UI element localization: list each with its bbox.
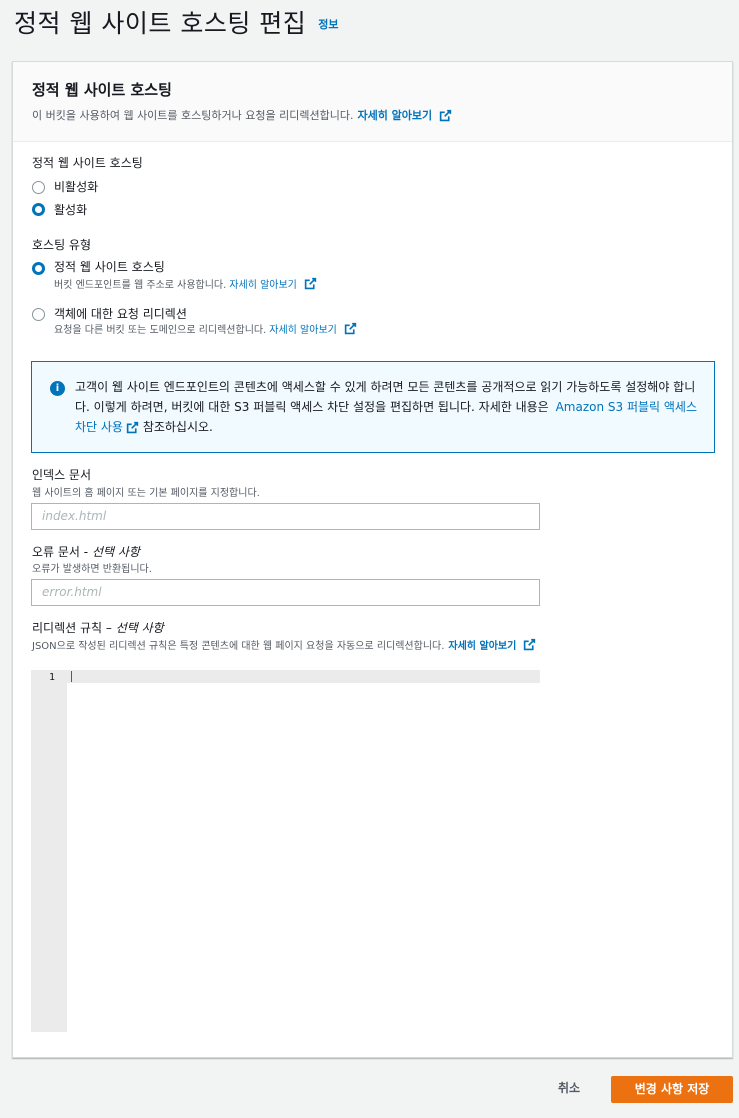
editor-gutter: 1: [31, 670, 67, 1032]
info-link[interactable]: 정보: [318, 16, 338, 32]
external-link-icon[interactable]: [523, 638, 536, 651]
learn-more-link[interactable]: 자세히 알아보기: [357, 107, 432, 123]
index-document-desc: 웹 사이트의 홈 페이지 또는 기본 페이지를 지정합니다.: [32, 488, 260, 499]
radio-redirect[interactable]: [32, 308, 45, 321]
redirect-rules-label: 리디렉션 규칙 – 선택 사항: [32, 619, 164, 636]
error-document-label: 오류 문서 - 선택 사항: [32, 543, 140, 560]
radio-disable[interactable]: [32, 181, 45, 194]
index-document-input[interactable]: index.html: [31, 503, 540, 530]
info-icon: i: [50, 381, 65, 396]
redirect-rules-desc-text: JSON으로 작성된 리디렉션 규칙은 특정 콘텐츠에 대한 웹 페이지 요청을…: [32, 641, 445, 652]
hosting-type-label: 호스팅 유형: [32, 238, 92, 252]
redirect-desc-text: 요청을 다른 버킷 또는 도메인으로 리디렉션합니다.: [54, 325, 267, 336]
redirect-rules-editor[interactable]: 1: [31, 670, 540, 1032]
external-link-icon[interactable]: [126, 421, 139, 434]
error-document-label-text: 오류 문서 -: [32, 545, 92, 559]
editor-active-line[interactable]: [67, 670, 540, 683]
cancel-button[interactable]: 취소: [558, 1079, 580, 1096]
radio-enable-label[interactable]: 활성화: [54, 201, 87, 218]
static-hosting-label: 정적 웹 사이트 호스팅: [32, 156, 143, 170]
error-document-desc: 오류가 발생하면 반환됩니다.: [32, 564, 152, 575]
panel-header: 정적 웹 사이트 호스팅 이 버킷을 사용하여 웹 사이트를 호스팅하거나 요청…: [13, 62, 732, 142]
static-hosting-desc-text: 버킷 엔드포인트를 웹 주소로 사용합니다.: [54, 280, 227, 291]
redirect-rules-optional: 선택 사항: [115, 621, 164, 635]
radio-disable-label[interactable]: 비활성화: [54, 178, 98, 195]
info-alert: i 고객이 웹 사이트 엔드포인트의 콘텐츠에 액세스할 수 있게 하려면 모든…: [31, 361, 715, 453]
radio-redirect-label[interactable]: 객체에 대한 요청 리디렉션: [54, 305, 187, 322]
static-hosting-learn-more[interactable]: 자세히 알아보기: [229, 276, 297, 291]
external-link-icon[interactable]: [304, 277, 317, 290]
panel-description: 이 버킷을 사용하여 웹 사이트를 호스팅하거나 요청을 리디렉션합니다. 자세…: [32, 107, 713, 123]
panel-title: 정적 웹 사이트 호스팅: [32, 81, 172, 99]
static-hosting-desc: 버킷 엔드포인트를 웹 주소로 사용합니다. 자세히 알아보기: [54, 276, 317, 291]
alert-text: 고객이 웹 사이트 엔드포인트의 콘텐츠에 액세스할 수 있게 하려면 모든 콘…: [75, 377, 705, 437]
alert-suffix: 참조하십시오.: [142, 420, 213, 434]
redirect-rules-label-text: 리디렉션 규칙 –: [32, 621, 116, 635]
redirect-learn-more[interactable]: 자세히 알아보기: [269, 321, 337, 336]
redirect-rules-learn-more[interactable]: 자세히 알아보기: [448, 637, 516, 652]
editor-cursor: [71, 671, 72, 682]
radio-static-hosting-label[interactable]: 정적 웹 사이트 호스팅: [54, 258, 165, 275]
external-link-icon[interactable]: [344, 322, 357, 335]
radio-static-hosting[interactable]: [32, 262, 45, 275]
static-hosting-panel: 정적 웹 사이트 호스팅 이 버킷을 사용하여 웹 사이트를 호스팅하거나 요청…: [12, 61, 733, 1058]
external-link-icon[interactable]: [439, 109, 452, 122]
radio-enable[interactable]: [32, 203, 45, 216]
redirect-rules-desc: JSON으로 작성된 리디렉션 규칙은 특정 콘텐츠에 대한 웹 페이지 요청을…: [32, 637, 536, 652]
redirect-desc: 요청을 다른 버킷 또는 도메인으로 리디렉션합니다. 자세히 알아보기: [54, 321, 357, 336]
page-header: 정적 웹 사이트 호스팅 편집 정보: [14, 4, 339, 40]
line-number: 1: [48, 672, 55, 683]
page-title: 정적 웹 사이트 호스팅 편집: [14, 9, 307, 38]
error-document-input[interactable]: error.html: [31, 579, 540, 606]
index-document-label: 인덱스 문서: [32, 468, 92, 482]
error-document-optional: 선택 사항: [91, 545, 140, 559]
save-changes-button[interactable]: 변경 사항 저장: [611, 1076, 733, 1103]
panel-description-text: 이 버킷을 사용하여 웹 사이트를 호스팅하거나 요청을 리디렉션합니다.: [32, 109, 354, 122]
